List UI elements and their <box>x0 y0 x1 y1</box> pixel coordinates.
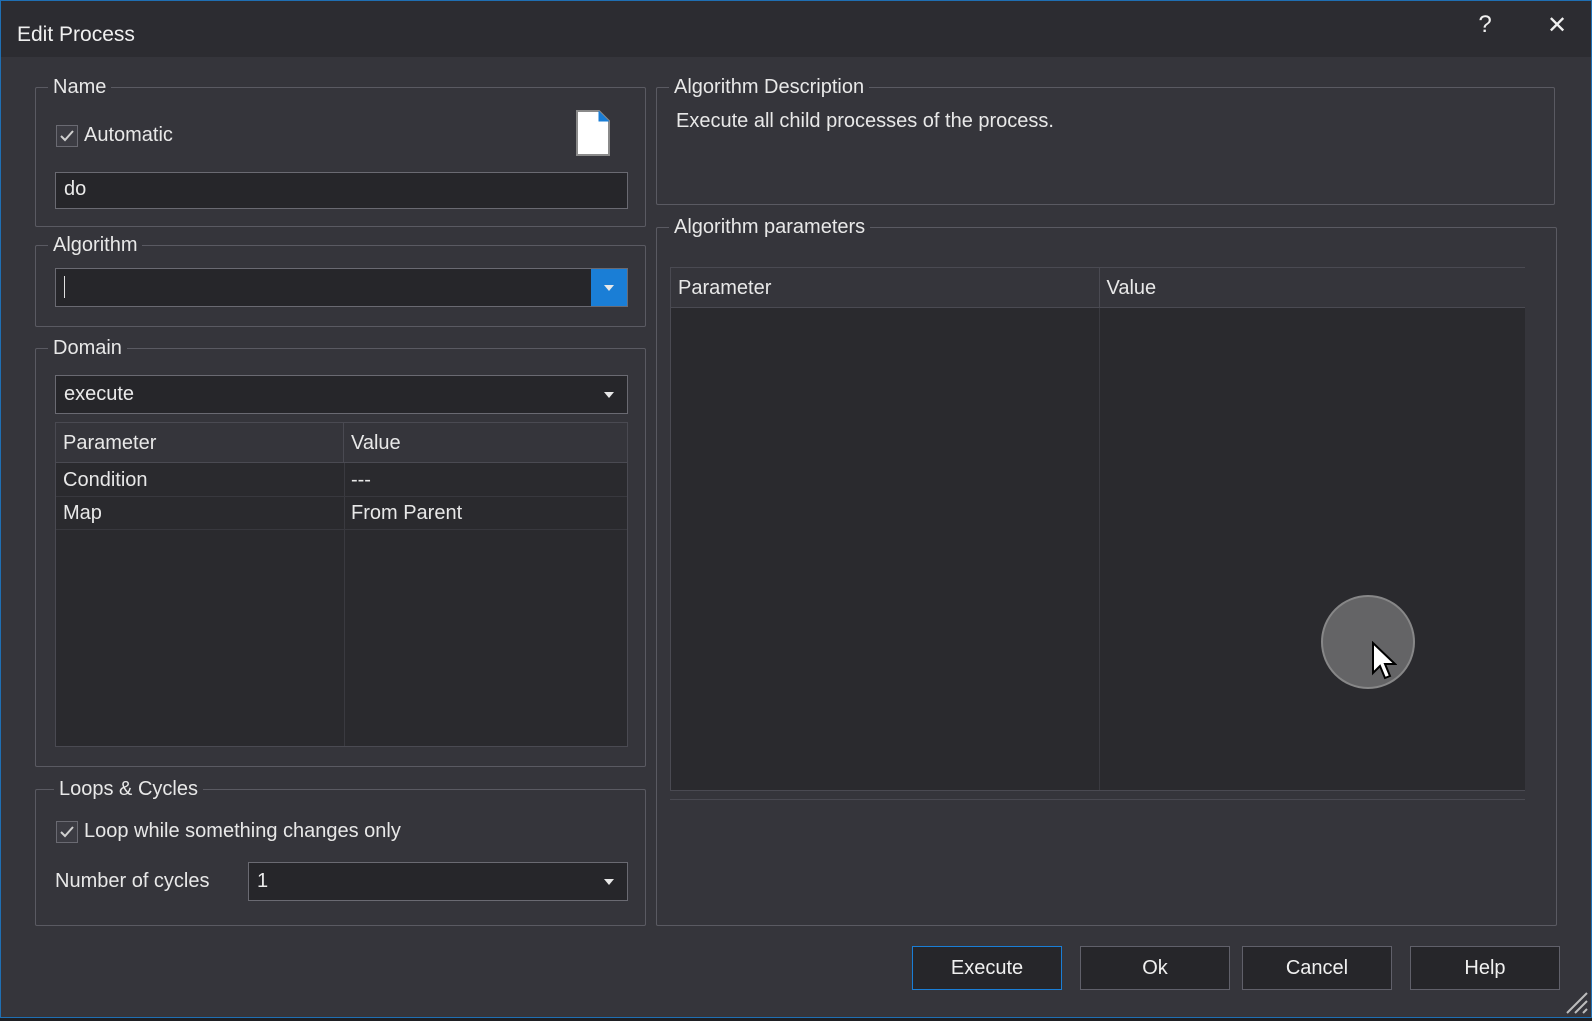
chevron-down-icon <box>604 284 614 291</box>
text-caret <box>64 276 65 298</box>
domain-grid-header: Parameter Value <box>56 423 627 463</box>
domain-value[interactable]: execute <box>64 383 134 406</box>
edit-process-dialog: Edit Process ? ✕ Name Automatic do Algor… <box>0 0 1592 1018</box>
check-icon <box>60 129 74 141</box>
chevron-down-icon <box>604 391 614 398</box>
mouse-cursor-icon <box>1371 640 1398 687</box>
execute-button[interactable]: Execute <box>912 946 1062 990</box>
automatic-checkbox[interactable] <box>56 124 78 147</box>
domain-dropdown-button[interactable] <box>591 376 627 413</box>
row-parameter: Map <box>63 502 102 524</box>
loop-checkbox[interactable] <box>56 820 78 843</box>
check-icon <box>60 825 74 837</box>
loop-label: Loop while something changes only <box>84 820 401 842</box>
parameters-legend: Algorithm parameters <box>669 215 871 239</box>
chevron-down-icon <box>604 878 614 885</box>
title-bar[interactable]: Edit Process ? ✕ <box>1 1 1591 57</box>
row-value[interactable]: --- <box>344 464 627 497</box>
parameters-column-parameter[interactable]: Parameter <box>671 268 1100 308</box>
domain-column-parameter[interactable]: Parameter <box>56 423 344 463</box>
parameters-grid-header: Parameter Value <box>671 268 1525 308</box>
automatic-checkbox-row[interactable]: Automatic <box>56 124 173 147</box>
cancel-button[interactable]: Cancel <box>1242 946 1392 990</box>
loops-cycles-group: Loops & Cycles <box>35 777 646 926</box>
algorithm-description-group: Algorithm Description <box>656 75 1555 205</box>
domain-column-value[interactable]: Value <box>344 423 627 463</box>
automatic-label: Automatic <box>84 124 173 146</box>
window-title: Edit Process <box>17 23 135 46</box>
description-legend: Algorithm Description <box>669 75 870 99</box>
parameters-column-value[interactable]: Value <box>1100 268 1526 308</box>
grid-divider <box>1099 308 1100 790</box>
name-input[interactable]: do <box>55 172 628 209</box>
row-value[interactable]: From Parent <box>344 497 627 530</box>
algorithm-combo[interactable] <box>55 268 628 307</box>
description-text: Execute all child processes of the proce… <box>676 110 1054 132</box>
row-parameter: Condition <box>63 469 148 491</box>
cycles-dropdown-button[interactable] <box>591 863 627 900</box>
algorithm-parameter-grid[interactable]: Parameter Value <box>670 267 1525 791</box>
cycles-value[interactable]: 1 <box>257 870 268 893</box>
document-icon[interactable] <box>575 109 611 163</box>
domain-combo[interactable]: execute <box>55 375 628 414</box>
domain-parameter-grid[interactable]: Parameter Value Condition --- Map From P… <box>55 422 628 747</box>
resize-grip-icon[interactable] <box>1561 987 1589 1021</box>
table-row[interactable]: Condition --- <box>56 464 627 497</box>
algorithm-dropdown-button[interactable] <box>591 269 627 306</box>
cycles-combo[interactable]: 1 <box>248 862 628 901</box>
domain-legend: Domain <box>48 336 127 360</box>
loop-checkbox-row[interactable]: Loop while something changes only <box>56 820 401 843</box>
loops-legend: Loops & Cycles <box>54 777 203 801</box>
help-title-button[interactable]: ? <box>1465 9 1505 41</box>
cycles-label: Number of cycles <box>55 870 210 892</box>
help-button[interactable]: Help <box>1410 946 1560 990</box>
table-row[interactable]: Map From Parent <box>56 497 627 530</box>
close-button[interactable]: ✕ <box>1537 9 1577 41</box>
name-legend: Name <box>48 75 112 99</box>
divider <box>670 799 1525 800</box>
ok-button[interactable]: Ok <box>1080 946 1230 990</box>
cursor-highlight <box>1321 595 1415 689</box>
algorithm-legend: Algorithm <box>48 233 143 257</box>
